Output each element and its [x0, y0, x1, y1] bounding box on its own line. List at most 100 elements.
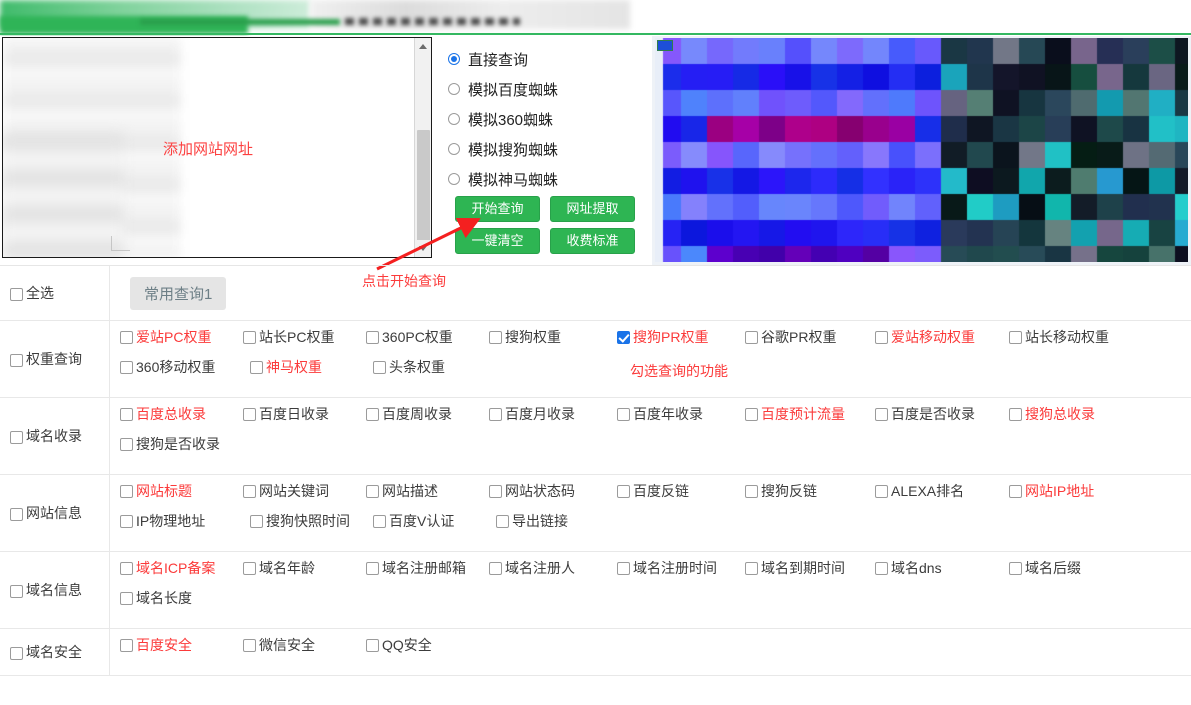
feature-checkbox-item[interactable]: 网站状态码: [489, 483, 617, 513]
url-extract-button[interactable]: 网址提取: [550, 196, 635, 222]
checkbox-icon[interactable]: [745, 331, 758, 344]
feature-checkbox-item[interactable]: 搜狗反链: [745, 483, 875, 513]
feature-checkbox-item[interactable]: 百度预计流量: [745, 406, 875, 436]
feature-checkbox-item[interactable]: 网站标题: [120, 483, 243, 513]
feature-checkbox-item[interactable]: 百度是否收录: [875, 406, 1009, 436]
checkbox-icon[interactable]: [250, 515, 263, 528]
group-toggle-cell-3[interactable]: 域名信息: [0, 552, 110, 628]
group-toggle-cell-0[interactable]: 权重查询: [0, 321, 110, 397]
radio-on-icon[interactable]: [448, 53, 460, 65]
feature-checkbox-item[interactable]: 百度反链: [617, 483, 745, 513]
checkbox-icon[interactable]: [489, 562, 502, 575]
select-all-checkbox[interactable]: [10, 288, 23, 301]
checkbox-icon[interactable]: [496, 515, 509, 528]
checkbox-icon[interactable]: [617, 408, 630, 421]
checkbox-icon[interactable]: [1009, 562, 1022, 575]
group-toggle-cell-2[interactable]: 网站信息: [0, 475, 110, 551]
checkbox-icon[interactable]: [120, 639, 133, 652]
checkbox-icon[interactable]: [875, 485, 888, 498]
feature-checkbox-item[interactable]: 域名到期时间: [745, 560, 875, 590]
checkbox-icon[interactable]: [617, 562, 630, 575]
feature-checkbox-item[interactable]: 站长移动权重: [1009, 329, 1139, 359]
feature-checkbox-item[interactable]: 百度月收录: [489, 406, 617, 436]
feature-checkbox-item[interactable]: 360PC权重: [366, 329, 489, 359]
feature-checkbox-item[interactable]: 360移动权重: [120, 359, 250, 389]
feature-checkbox-item[interactable]: 域名注册人: [489, 560, 617, 590]
checkbox-icon[interactable]: [875, 562, 888, 575]
scroll-up-icon[interactable]: [415, 38, 432, 55]
checkbox-icon[interactable]: [120, 485, 133, 498]
scroll-down-icon[interactable]: [415, 240, 432, 257]
checkbox-icon[interactable]: [243, 331, 256, 344]
preset-query-1-button[interactable]: 常用查询1: [130, 277, 226, 310]
query-mode-option-0[interactable]: 直接查询: [448, 44, 648, 74]
feature-checkbox-item[interactable]: 百度V认证: [373, 513, 496, 543]
radio-off-icon[interactable]: [448, 173, 460, 185]
checkbox-icon[interactable]: [366, 331, 379, 344]
pricing-button[interactable]: 收费标准: [550, 228, 635, 254]
feature-checkbox-item[interactable]: QQ安全: [366, 637, 489, 667]
feature-checkbox-item[interactable]: 域名注册时间: [617, 560, 745, 590]
feature-checkbox-item[interactable]: 神马权重: [250, 359, 373, 389]
checkbox-icon[interactable]: [250, 361, 263, 374]
select-all-cell[interactable]: 全选: [0, 266, 110, 320]
feature-checkbox-item[interactable]: 搜狗PR权重: [617, 329, 745, 359]
feature-checkbox-item[interactable]: 域名ICP备案: [120, 560, 243, 590]
feature-checkbox-item[interactable]: 百度安全: [120, 637, 243, 667]
checkbox-icon[interactable]: [120, 408, 133, 421]
checkbox-icon[interactable]: [489, 485, 502, 498]
feature-checkbox-item[interactable]: 爱站移动权重: [875, 329, 1009, 359]
start-query-button[interactable]: 开始查询: [455, 196, 540, 222]
radio-off-icon[interactable]: [448, 143, 460, 155]
checkbox-icon[interactable]: [366, 408, 379, 421]
feature-checkbox-item[interactable]: 微信安全: [243, 637, 366, 667]
feature-checkbox-item[interactable]: 域名注册邮箱: [366, 560, 489, 590]
checkbox-icon[interactable]: [1009, 408, 1022, 421]
group-toggle-cell-1[interactable]: 域名收录: [0, 398, 110, 474]
scrollbar-thumb[interactable]: [417, 130, 430, 242]
checkbox-icon[interactable]: [120, 515, 133, 528]
feature-checkbox-item[interactable]: 域名年龄: [243, 560, 366, 590]
checkbox-icon[interactable]: [366, 562, 379, 575]
checkbox-icon[interactable]: [745, 485, 758, 498]
feature-checkbox-item[interactable]: IP物理地址: [120, 513, 250, 543]
checkbox-icon[interactable]: [243, 408, 256, 421]
feature-checkbox-item[interactable]: ALEXA排名: [875, 483, 1009, 513]
feature-checkbox-item[interactable]: 搜狗快照时间: [250, 513, 373, 543]
feature-checkbox-item[interactable]: 爱站PC权重: [120, 329, 243, 359]
checkbox-icon[interactable]: [120, 592, 133, 605]
feature-checkbox-item[interactable]: 百度年收录: [617, 406, 745, 436]
query-mode-option-4[interactable]: 模拟神马蜘蛛: [448, 164, 648, 194]
feature-checkbox-item[interactable]: 谷歌PR权重: [745, 329, 875, 359]
checkbox-icon[interactable]: [243, 639, 256, 652]
checkbox-icon[interactable]: [366, 639, 379, 652]
checkbox-icon[interactable]: [120, 438, 133, 451]
feature-checkbox-item[interactable]: 百度周收录: [366, 406, 489, 436]
feature-checkbox-item[interactable]: 头条权重: [373, 359, 496, 389]
group-toggle-cell-4[interactable]: 域名安全: [0, 629, 110, 675]
query-mode-option-3[interactable]: 模拟搜狗蜘蛛: [448, 134, 648, 164]
group-checkbox[interactable]: [10, 647, 23, 660]
feature-checkbox-item[interactable]: 导出链接: [496, 513, 619, 543]
feature-checkbox-item[interactable]: 搜狗权重: [489, 329, 617, 359]
radio-off-icon[interactable]: [448, 113, 460, 125]
query-mode-option-1[interactable]: 模拟百度蜘蛛: [448, 74, 648, 104]
checkbox-icon[interactable]: [243, 485, 256, 498]
feature-checkbox-item[interactable]: 网站描述: [366, 483, 489, 513]
checkbox-icon[interactable]: [1009, 331, 1022, 344]
feature-checkbox-item[interactable]: 域名后缀: [1009, 560, 1139, 590]
feature-checkbox-item[interactable]: 网站IP地址: [1009, 483, 1139, 513]
checkbox-icon[interactable]: [489, 408, 502, 421]
checkbox-icon[interactable]: [745, 408, 758, 421]
checkbox-icon[interactable]: [1009, 485, 1022, 498]
query-mode-option-2[interactable]: 模拟360蜘蛛: [448, 104, 648, 134]
radio-off-icon[interactable]: [448, 83, 460, 95]
group-checkbox[interactable]: [10, 431, 23, 444]
checkbox-icon[interactable]: [120, 562, 133, 575]
checkbox-icon[interactable]: [366, 485, 379, 498]
clear-all-button[interactable]: 一键清空: [455, 228, 540, 254]
checkbox-icon[interactable]: [120, 361, 133, 374]
checkbox-icon[interactable]: [373, 515, 386, 528]
checkbox-icon[interactable]: [617, 485, 630, 498]
textarea-scrollbar[interactable]: [414, 38, 431, 257]
